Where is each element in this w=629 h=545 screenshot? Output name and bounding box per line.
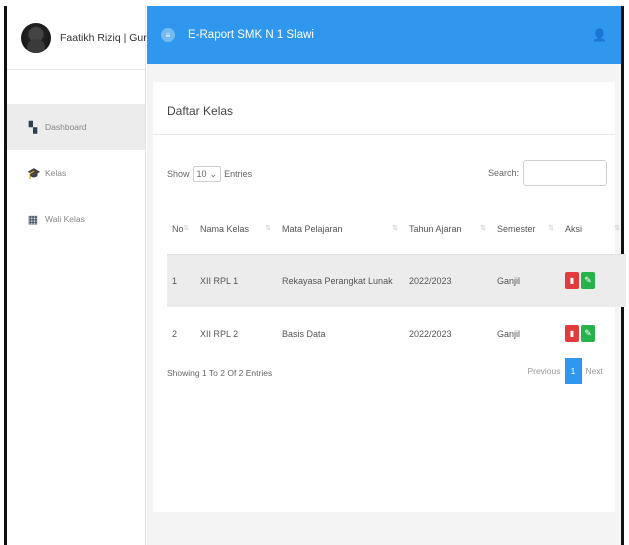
previous-button[interactable]: Previous bbox=[523, 366, 564, 376]
sidebar-item-kelas[interactable]: 🎓 Kelas bbox=[7, 150, 145, 196]
entries-select[interactable]: 10 ⌄ bbox=[192, 166, 222, 182]
search-input[interactable] bbox=[523, 160, 607, 186]
cell-nama-kelas: XII RPL 2 bbox=[200, 328, 239, 339]
pagination: Previous 1 Next bbox=[523, 358, 607, 384]
cell-nama-kelas: XII RPL 1 bbox=[195, 254, 277, 307]
sort-icon: ⇅ bbox=[183, 225, 189, 232]
class-table: No ⇅ Nama Kelas ⇅ Mata Pelajaran ⇅ Tahun Aj… bbox=[167, 204, 626, 360]
user-name: Faatikh Riziq | Guru bbox=[60, 31, 153, 44]
sidebar-item-wali-kelas[interactable]: ▦ Wali Kelas bbox=[7, 196, 145, 242]
table-row: 2 XII RPL 2 Basis Data 2022/2023 Ganjil … bbox=[167, 307, 626, 360]
cell-no: 2 bbox=[172, 328, 178, 339]
cell-mata-pelajaran: Basis Data bbox=[282, 328, 326, 339]
table-header-row: No ⇅ Nama Kelas ⇅ Mata Pelajaran ⇅ Tahun Aj… bbox=[167, 204, 626, 255]
cell-mata-pelajaran: Rekayasa Perangkat Lunak bbox=[277, 254, 404, 307]
sidebar-item-dashboard[interactable]: ▚ Dashboard bbox=[7, 104, 145, 150]
graduation-cap-icon: 🎓 bbox=[27, 167, 41, 180]
avatar bbox=[21, 22, 51, 53]
col-mata-pelajaran[interactable]: Mata Pelajaran ⇅ bbox=[277, 204, 404, 255]
delete-button[interactable]: ▮ bbox=[565, 272, 579, 290]
delete-button[interactable]: ▮ bbox=[565, 325, 579, 342]
next-button[interactable]: Next bbox=[582, 366, 607, 376]
divider bbox=[153, 134, 615, 135]
table-info: Showing 1 To 2 Of 2 Entries bbox=[167, 368, 273, 378]
sidebar-item-label: Dashboard bbox=[45, 122, 87, 132]
class-list-card: Daftar Kelas Show 10 ⌄ Entries Search: N… bbox=[153, 82, 626, 512]
user-icon[interactable]: 👤 bbox=[592, 28, 607, 42]
length-entries-label: Entries bbox=[224, 169, 253, 179]
chevron-down-icon: ⌄ bbox=[209, 168, 218, 179]
sidebar-item-label: Wali Kelas bbox=[45, 214, 85, 224]
dashboard-icon: ▚ bbox=[28, 121, 38, 134]
col-aksi[interactable]: Aksi ⇅ bbox=[560, 204, 626, 255]
cell-tahun-ajaran: 2022/2023 bbox=[404, 254, 492, 307]
cell-semester: Ganjil bbox=[497, 328, 521, 339]
entries-select-value: 10 bbox=[196, 169, 207, 179]
cell-aksi: ▮ ✎ bbox=[560, 254, 626, 307]
entries-length: Show 10 ⌄ Entries bbox=[167, 166, 252, 182]
trash-icon: ▮ bbox=[569, 329, 575, 338]
sort-icon: ⇅ bbox=[614, 225, 620, 232]
page-title: Daftar Kelas bbox=[167, 104, 234, 118]
col-tahun-ajaran[interactable]: Tahun Ajaran ⇅ bbox=[404, 204, 492, 255]
table-search: Search: bbox=[488, 160, 607, 186]
edit-icon: ✎ bbox=[584, 275, 592, 286]
top-header: ≡ E-Raport SMK N 1 Slawi 👤 bbox=[147, 6, 621, 64]
app-title: E-Raport SMK N 1 Slawi bbox=[188, 29, 314, 41]
trash-icon: ▮ bbox=[569, 276, 575, 286]
sort-icon: ⇅ bbox=[265, 225, 271, 232]
edit-icon: ✎ bbox=[584, 328, 592, 338]
main-content: Daftar Kelas Show 10 ⌄ Entries Search: N… bbox=[147, 64, 626, 545]
table-row: 1 XII RPL 1 Rekayasa Perangkat Lunak 202… bbox=[167, 254, 626, 307]
edit-button[interactable]: ✎ bbox=[581, 272, 595, 290]
cell-tahun-ajaran: 2022/2023 bbox=[409, 328, 452, 339]
users-icon: ▦ bbox=[27, 213, 39, 226]
sidebar-nav: ▚ Dashboard 🎓 Kelas ▦ Wali Kelas bbox=[7, 104, 145, 242]
cell-aksi: ▮ ✎ bbox=[560, 307, 626, 360]
col-nama-kelas[interactable]: Nama Kelas ⇅ bbox=[195, 204, 277, 255]
col-semester[interactable]: Semester ⇅ bbox=[492, 204, 560, 255]
sort-icon: ⇅ bbox=[480, 225, 486, 232]
col-no[interactable]: No ⇅ bbox=[167, 204, 195, 255]
menu-toggle-icon[interactable]: ≡ bbox=[161, 28, 175, 42]
cell-no: 1 bbox=[167, 254, 195, 307]
edit-button[interactable]: ✎ bbox=[581, 325, 595, 342]
page-1-button[interactable]: 1 bbox=[564, 358, 582, 384]
sort-icon: ⇅ bbox=[392, 225, 398, 232]
sidebar-item-label: Kelas bbox=[45, 168, 67, 178]
length-show-label: Show bbox=[167, 169, 190, 179]
user-brand: Faatikh Riziq | Guru bbox=[7, 6, 153, 70]
sidebar: Faatikh Riziq | Guru ▚ Dashboard 🎓 Kelas… bbox=[7, 6, 153, 545]
app-frame: Faatikh Riziq | Guru ▚ Dashboard 🎓 Kelas… bbox=[4, 6, 626, 545]
search-label: Search: bbox=[487, 168, 519, 178]
cell-semester: Ganjil bbox=[492, 254, 560, 307]
sort-icon: ⇅ bbox=[548, 225, 554, 232]
